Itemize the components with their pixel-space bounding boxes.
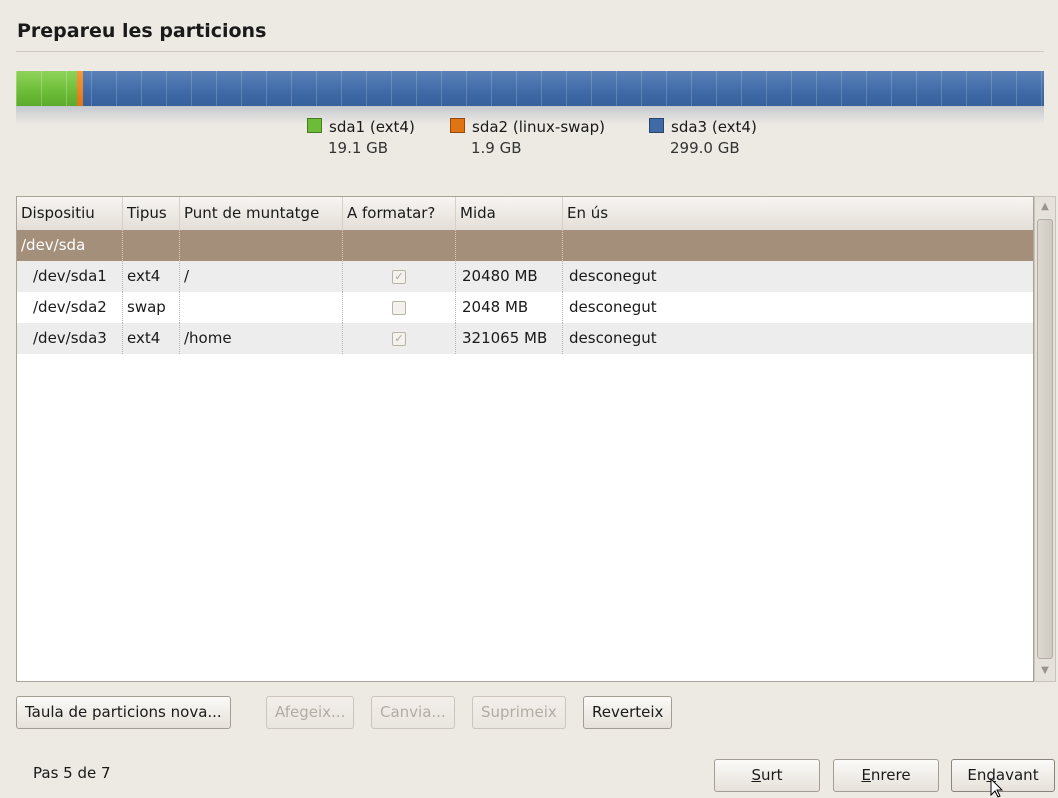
- column-header-device[interactable]: Dispositiu: [17, 197, 123, 230]
- cell-type: [123, 230, 180, 261]
- table-row[interactable]: /dev/sda2 swap 2048 MB desconegut: [17, 292, 1033, 323]
- cell-size: 20480 MB: [456, 261, 563, 292]
- legend-size: 299.0 GB: [670, 139, 740, 157]
- step-indicator: Pas 5 de 7: [33, 764, 111, 782]
- quit-label: urt: [760, 766, 783, 784]
- cell-used: desconegut: [569, 329, 657, 347]
- back-label: nrere: [870, 766, 911, 784]
- column-header-size[interactable]: Mida: [456, 197, 563, 230]
- table-row[interactable]: /dev/sda1 ext4 / ✓ 20480 MB desconegut: [17, 261, 1033, 292]
- partition-bar-sda1: [16, 71, 77, 106]
- scroll-down-icon[interactable]: ▼: [1035, 661, 1055, 681]
- cell-format: ✓: [343, 261, 456, 292]
- cell-mount: [180, 292, 343, 323]
- mouse-pointer-icon: [990, 778, 1004, 798]
- legend-label: sda1 (ext4): [329, 118, 415, 136]
- legend-swatch-sda3: [649, 118, 664, 133]
- cell-device: /dev/sda: [17, 230, 123, 261]
- cell-used: desconegut: [569, 267, 657, 285]
- legend-size: 19.1 GB: [328, 139, 389, 157]
- cell-size: 321065 MB: [456, 323, 563, 354]
- delete-partition-button[interactable]: Suprimeix: [472, 696, 566, 729]
- cell-size: 2048 MB: [456, 292, 563, 323]
- partition-table[interactable]: Dispositiu Tipus Punt de muntatge A form…: [16, 196, 1034, 682]
- legend-label: sda2 (linux-swap): [472, 118, 605, 136]
- legend-swatch-sda2: [450, 118, 465, 133]
- cell-mount: [180, 230, 343, 261]
- cell-format: [343, 230, 456, 261]
- cell-type: swap: [123, 292, 180, 323]
- legend-item-sda3: sda3 (ext4) 299.0 GB: [649, 118, 757, 157]
- cell-device: /dev/sda2: [17, 292, 123, 323]
- page-title: Prepareu les particions: [17, 20, 267, 42]
- revert-button[interactable]: Reverteix: [583, 696, 673, 729]
- column-header-format[interactable]: A formatar?: [343, 197, 456, 230]
- cell-device: /dev/sda3: [17, 323, 123, 354]
- format-checkbox[interactable]: [392, 301, 406, 315]
- partition-bar-sda2: [77, 71, 83, 106]
- cell-format: [343, 292, 456, 323]
- cell-size: [456, 230, 563, 261]
- table-row-disk[interactable]: /dev/sda: [17, 230, 1033, 261]
- legend-label: sda3 (ext4): [671, 118, 757, 136]
- cell-format: ✓: [343, 323, 456, 354]
- table-row[interactable]: /dev/sda3 ext4 /home ✓ 321065 MB descone…: [17, 323, 1033, 354]
- scroll-up-icon[interactable]: ▲: [1035, 197, 1055, 217]
- forward-label-start: En: [967, 766, 987, 784]
- scroll-thumb[interactable]: [1037, 219, 1053, 659]
- new-partition-table-button[interactable]: Taula de particions nova...: [16, 696, 231, 729]
- back-mnemonic: E: [861, 766, 871, 784]
- format-checkbox[interactable]: ✓: [392, 332, 406, 346]
- legend-size: 1.9 GB: [471, 139, 522, 157]
- title-divider: [16, 51, 1044, 52]
- quit-button[interactable]: Surt: [714, 759, 820, 792]
- legend-swatch-sda1: [307, 118, 322, 133]
- format-checkbox[interactable]: ✓: [392, 270, 406, 284]
- legend-item-sda1: sda1 (ext4) 19.1 GB: [307, 118, 415, 157]
- add-partition-button[interactable]: Afegeix...: [266, 696, 355, 729]
- table-header: Dispositiu Tipus Punt de muntatge A form…: [17, 197, 1033, 231]
- column-header-used[interactable]: En ús: [563, 197, 1033, 230]
- partition-bar: [16, 71, 1044, 106]
- quit-mnemonic: S: [751, 766, 761, 784]
- column-header-mount[interactable]: Punt de muntatge: [180, 197, 343, 230]
- cell-type: ext4: [123, 261, 180, 292]
- legend-item-sda2: sda2 (linux-swap) 1.9 GB: [450, 118, 605, 157]
- cell-mount: /home: [180, 323, 343, 354]
- back-button[interactable]: Enrere: [833, 759, 939, 792]
- column-header-type[interactable]: Tipus: [123, 197, 180, 230]
- cell-mount: /: [180, 261, 343, 292]
- cell-type: ext4: [123, 323, 180, 354]
- cell-device: /dev/sda1: [17, 261, 123, 292]
- table-scrollbar[interactable]: ▲ ▼: [1034, 196, 1056, 682]
- change-partition-button[interactable]: Canvia...: [371, 696, 455, 729]
- cell-used: desconegut: [569, 298, 657, 316]
